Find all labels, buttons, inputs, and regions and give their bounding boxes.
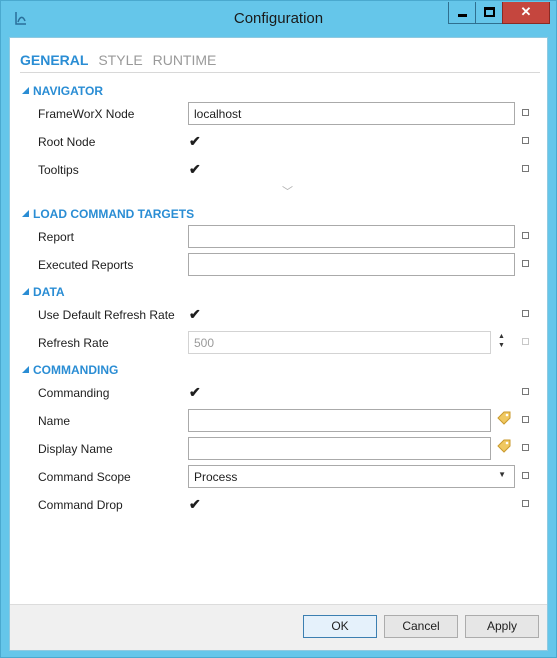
title-bar[interactable]: Configuration ✕ (1, 1, 556, 37)
use-default-refresh-rate-checkbox[interactable]: ✔ (189, 306, 201, 323)
command-drop-reset-box[interactable] (522, 500, 529, 507)
configuration-window: Configuration ✕ GENERAL STYLE RUNTIME NA… (0, 0, 557, 658)
commanding-reset-box[interactable] (522, 388, 529, 395)
commanding-checkbox[interactable]: ✔ (189, 384, 201, 401)
collapse-triangle-icon (22, 210, 29, 217)
refresh-rate-spinner[interactable]: ▲ ▼ (498, 332, 505, 350)
collapse-triangle-icon (22, 366, 29, 373)
refresh-rate-input[interactable]: 500 (188, 331, 491, 354)
collapse-triangle-icon (22, 288, 29, 295)
spin-down-icon[interactable]: ▼ (498, 341, 505, 350)
tooltips-checkbox[interactable]: ✔ (189, 161, 201, 178)
report-label: Report (38, 230, 75, 244)
framework-node-input[interactable]: localhost (188, 102, 515, 125)
name-input[interactable] (188, 409, 491, 432)
tag-icon[interactable] (497, 411, 511, 425)
root-node-checkbox[interactable]: ✔ (189, 133, 201, 150)
tab-style[interactable]: STYLE (98, 52, 142, 68)
section-commanding-header[interactable]: COMMANDING (22, 363, 118, 377)
maximize-button[interactable] (475, 2, 503, 24)
root-node-reset-box[interactable] (522, 137, 529, 144)
name-reset-box[interactable] (522, 416, 529, 423)
section-navigator-header[interactable]: NAVIGATOR (22, 84, 103, 98)
close-button[interactable]: ✕ (502, 2, 550, 24)
command-scope-select[interactable]: Process ▼ (188, 465, 515, 488)
name-label: Name (38, 414, 71, 428)
command-drop-checkbox[interactable]: ✔ (189, 496, 201, 513)
section-data-header[interactable]: DATA (22, 285, 65, 299)
display-name-input[interactable] (188, 437, 491, 460)
commanding-label: Commanding (38, 386, 110, 400)
dialog-client-area: GENERAL STYLE RUNTIME NAVIGATOR FrameWor… (9, 37, 548, 651)
dropdown-arrow-icon[interactable]: ▼ (498, 470, 506, 479)
apply-button[interactable]: Apply (465, 615, 539, 638)
display-name-reset-box[interactable] (522, 444, 529, 451)
section-commanding-title: COMMANDING (33, 363, 119, 377)
tag-icon[interactable] (497, 439, 511, 453)
maximize-icon (484, 7, 495, 17)
dialog-footer: OK Cancel Apply (10, 604, 547, 650)
ok-button[interactable]: OK (303, 615, 377, 638)
minimize-button[interactable] (448, 2, 476, 24)
spin-up-icon[interactable]: ▲ (498, 332, 505, 341)
command-scope-reset-box[interactable] (522, 472, 529, 479)
section-load-command-targets-header[interactable]: LOAD COMMAND TARGETS (22, 207, 194, 221)
root-node-label: Root Node (38, 135, 96, 149)
executed-reports-input[interactable] (188, 253, 515, 276)
display-name-label: Display Name (38, 442, 113, 456)
refresh-rate-reset-box[interactable] (522, 338, 529, 345)
tooltips-reset-box[interactable] (522, 165, 529, 172)
framework-node-label: FrameWorX Node (38, 107, 135, 121)
report-reset-box[interactable] (522, 232, 529, 239)
command-drop-label: Command Drop (38, 498, 123, 512)
tab-strip: GENERAL STYLE RUNTIME (20, 52, 222, 68)
cancel-button[interactable]: Cancel (384, 615, 458, 638)
section-load-command-targets-title: LOAD COMMAND TARGETS (33, 207, 195, 221)
section-data-title: DATA (33, 285, 65, 299)
refresh-rate-label: Refresh Rate (38, 336, 109, 350)
executed-reports-label: Executed Reports (38, 258, 134, 272)
tab-runtime[interactable]: RUNTIME (153, 52, 217, 68)
report-input[interactable] (188, 225, 515, 248)
use-default-refresh-rate-label: Use Default Refresh Rate (38, 308, 175, 322)
framework-node-reset-box[interactable] (522, 109, 529, 116)
tab-general[interactable]: GENERAL (20, 52, 88, 68)
close-icon: ✕ (520, 4, 532, 19)
executed-reports-reset-box[interactable] (522, 260, 529, 267)
collapse-triangle-icon (22, 87, 29, 94)
chevron-down-icon[interactable]: ﹀ (282, 183, 293, 199)
command-scope-label: Command Scope (38, 470, 131, 484)
use-default-refresh-rate-reset-box[interactable] (522, 310, 529, 317)
command-scope-value: Process (194, 470, 238, 484)
tab-divider (20, 72, 540, 73)
section-navigator-title: NAVIGATOR (33, 84, 104, 98)
tooltips-label: Tooltips (38, 163, 79, 177)
minimize-icon (458, 14, 467, 17)
